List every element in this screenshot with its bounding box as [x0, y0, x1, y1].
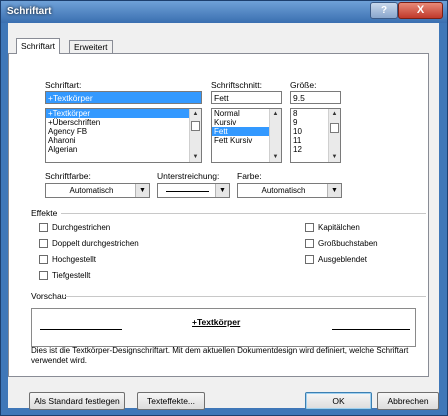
preview-separator	[65, 296, 426, 297]
strikethrough-label: Durchgestrichen	[52, 223, 111, 232]
scroll-down-icon[interactable]: ▼	[191, 153, 200, 161]
preview-baseline-left	[40, 329, 122, 330]
font-dialog: Schriftart ? X Schriftart Erweitert Schr…	[0, 0, 448, 416]
scroll-thumb[interactable]	[330, 123, 339, 133]
all-caps-checkbox[interactable]	[305, 239, 314, 248]
font-list[interactable]: +Textkörper +Überschriften Agency FB Aha…	[45, 108, 202, 163]
size-input[interactable]: 9.5	[290, 91, 341, 104]
preview-title: Vorschau	[31, 291, 67, 301]
preview-sample-text: +Textkörper	[192, 317, 241, 327]
close-button[interactable]: X	[398, 2, 443, 19]
subscript-checkbox[interactable]	[39, 271, 48, 280]
small-caps-checkbox[interactable]	[305, 223, 314, 232]
scroll-down-icon[interactable]: ▼	[330, 153, 339, 161]
set-default-button[interactable]: Als Standard festlegen	[29, 392, 125, 410]
superscript-label: Hochgestellt	[52, 255, 97, 264]
style-label: Schriftschnitt:	[211, 80, 263, 90]
double-strikethrough-checkbox[interactable]	[39, 239, 48, 248]
scroll-up-icon[interactable]: ▲	[330, 110, 339, 118]
size-label: Größe:	[290, 80, 317, 90]
scroll-up-icon[interactable]: ▲	[271, 110, 280, 118]
subscript-label: Tiefgestellt	[52, 271, 91, 280]
font-list-item[interactable]: Aharoni	[46, 136, 201, 145]
underline-color-value: Automatisch	[261, 186, 306, 195]
superscript-checkbox[interactable]	[39, 255, 48, 264]
style-input[interactable]: Fett	[211, 91, 282, 104]
tab-advanced[interactable]: Erweitert	[69, 40, 113, 54]
style-list[interactable]: Normal Kursiv Fett Fett Kursiv ▲ ▼	[211, 108, 282, 163]
preview-box: +Textkörper	[31, 308, 416, 347]
font-color-label: Schriftfarbe:	[45, 171, 91, 181]
scroll-up-icon[interactable]: ▲	[191, 110, 200, 118]
hidden-checkbox[interactable]	[305, 255, 314, 264]
underline-label: Unterstreichung:	[157, 171, 220, 181]
chevron-down-icon[interactable]: ▼	[135, 184, 149, 197]
font-list-item[interactable]: Agency FB	[46, 127, 201, 136]
scroll-thumb[interactable]	[191, 121, 200, 131]
style-list-scrollbar[interactable]: ▲ ▼	[269, 109, 281, 162]
effects-title: Effekte	[31, 208, 58, 218]
cancel-button[interactable]: Abbrechen	[377, 392, 439, 410]
effects-separator	[61, 213, 426, 214]
window-title: Schriftart	[7, 6, 52, 17]
underline-color-dropdown[interactable]: Automatisch ▼	[237, 183, 342, 198]
ok-button[interactable]: OK	[305, 392, 372, 410]
small-caps-label: Kapitälchen	[318, 223, 360, 232]
hidden-label: Ausgeblendet	[318, 255, 367, 264]
tab-font[interactable]: Schriftart	[16, 38, 61, 54]
help-button[interactable]: ?	[370, 2, 398, 19]
font-list-scrollbar[interactable]: ▲ ▼	[189, 109, 201, 162]
font-label: Schriftart:	[45, 80, 82, 90]
text-effects-button[interactable]: Texteffekte...	[137, 392, 205, 410]
preview-description: Dies ist die Textkörper-Designschriftart…	[31, 346, 409, 365]
all-caps-label: Großbuchstaben	[318, 239, 378, 248]
scroll-down-icon[interactable]: ▼	[271, 153, 280, 161]
font-color-value: Automatisch	[69, 186, 114, 195]
chevron-down-icon[interactable]: ▼	[327, 184, 341, 197]
preview-baseline-right	[332, 329, 410, 330]
title-bar: Schriftart ? X	[1, 1, 447, 23]
underline-line-preview	[166, 191, 209, 192]
font-list-item[interactable]: Algerian	[46, 145, 201, 154]
font-color-dropdown[interactable]: Automatisch ▼	[45, 183, 150, 198]
underline-dropdown[interactable]: ▼	[157, 183, 230, 198]
font-list-item[interactable]: +Textkörper	[46, 109, 201, 118]
chevron-down-icon[interactable]: ▼	[215, 184, 229, 197]
font-list-item[interactable]: +Überschriften	[46, 118, 201, 127]
font-input[interactable]: +Textkörper	[45, 91, 202, 104]
size-list-scrollbar[interactable]: ▲ ▼	[328, 109, 340, 162]
size-list[interactable]: 8 9 10 11 12 ▲ ▼	[290, 108, 341, 163]
double-strikethrough-label: Doppelt durchgestrichen	[52, 239, 139, 248]
underline-color-label: Farbe:	[237, 171, 262, 181]
strikethrough-checkbox[interactable]	[39, 223, 48, 232]
